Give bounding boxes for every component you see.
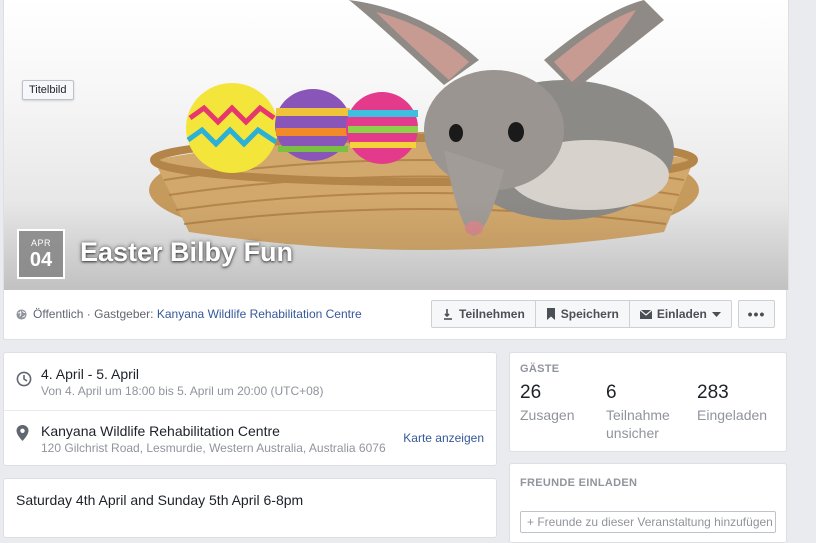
guests-maybe-count: 6	[606, 382, 617, 403]
going-button[interactable]: Teilnehmen	[431, 300, 536, 328]
clock-icon	[16, 371, 32, 387]
more-options-button[interactable]: •••	[738, 300, 775, 328]
event-time-row: 4. April - 5. April Von 4. April um 18:0…	[4, 353, 496, 410]
guests-maybe-stat[interactable]: 6 Teilnahme unsicher	[606, 382, 670, 442]
host-link[interactable]: Kanyana Wildlife Rehabilitation Centre	[157, 307, 362, 321]
location-address: 120 Gilchrist Road, Lesmurdie, Western A…	[41, 441, 386, 455]
guests-going-label: Zusagen	[520, 407, 575, 423]
event-date-range: 4. April - 5. April	[41, 366, 140, 382]
event-time-range: Von 4. April um 18:00 bis 5. April um 20…	[41, 384, 324, 398]
location-pin-icon	[16, 425, 29, 441]
event-title: Easter Bilby Fun	[80, 237, 294, 267]
guests-invited-label: Eingeladen	[697, 407, 768, 423]
save-button[interactable]: Speichern	[534, 300, 630, 328]
invite-friends-input[interactable]: + Freunde zu dieser Veranstaltung hinzuf…	[520, 511, 776, 533]
going-icon	[444, 309, 452, 320]
cover-photo[interactable]: Titelbild APR 04 Easter Bilby Fun	[3, 0, 789, 290]
privacy-label: Öffentlich · Gastgeber:	[33, 307, 154, 321]
envelope-icon	[639, 309, 652, 319]
caret-down-icon	[711, 311, 721, 317]
guests-maybe-label-2: unsicher	[606, 425, 659, 441]
event-button-group: Teilnehmen Speichern Einladen	[431, 300, 732, 328]
guests-maybe-label-1: Teilnahme	[606, 407, 670, 423]
guests-heading: GÄSTE	[520, 363, 560, 375]
guests-going-stat[interactable]: 26 Zusagen	[520, 382, 574, 424]
location-name[interactable]: Kanyana Wildlife Rehabilitation Centre	[41, 423, 280, 439]
bookmark-icon	[546, 308, 555, 320]
guests-card: GÄSTE 26 Zusagen 6 Teilnahme unsicher 28…	[509, 352, 787, 452]
event-date-badge: APR 04	[17, 229, 65, 279]
save-button-label: Speichern	[560, 307, 619, 321]
event-date-day: 04	[29, 249, 53, 271]
invite-friends-card: FREUNDE EINLADEN + Freunde zu dieser Ver…	[509, 463, 787, 543]
event-description: Saturday 4th April and Sunday 5th April …	[16, 492, 304, 508]
invite-button-label: Einladen	[656, 307, 707, 321]
going-button-label: Teilnehmen	[459, 307, 525, 321]
globe-icon	[16, 308, 27, 320]
event-details-card: 4. April - 5. April Von 4. April um 18:0…	[3, 352, 497, 466]
event-host-line: Öffentlich · Gastgeber: Kanyana Wildlife…	[16, 307, 362, 321]
event-date-month: APR	[30, 238, 51, 248]
cover-photo-tag[interactable]: Titelbild	[22, 80, 74, 100]
event-action-bar: Öffentlich · Gastgeber: Kanyana Wildlife…	[3, 290, 787, 340]
guests-invited-count: 283	[697, 382, 729, 403]
invite-friends-heading: FREUNDE EINLADEN	[520, 477, 638, 489]
invite-button[interactable]: Einladen	[628, 300, 732, 328]
guests-going-count: 26	[520, 382, 542, 403]
show-map-link[interactable]: Karte anzeigen	[403, 431, 484, 445]
guests-invited-stat[interactable]: 283 Eingeladen	[697, 382, 767, 424]
event-description-card: Saturday 4th April and Sunday 5th April …	[3, 478, 497, 538]
